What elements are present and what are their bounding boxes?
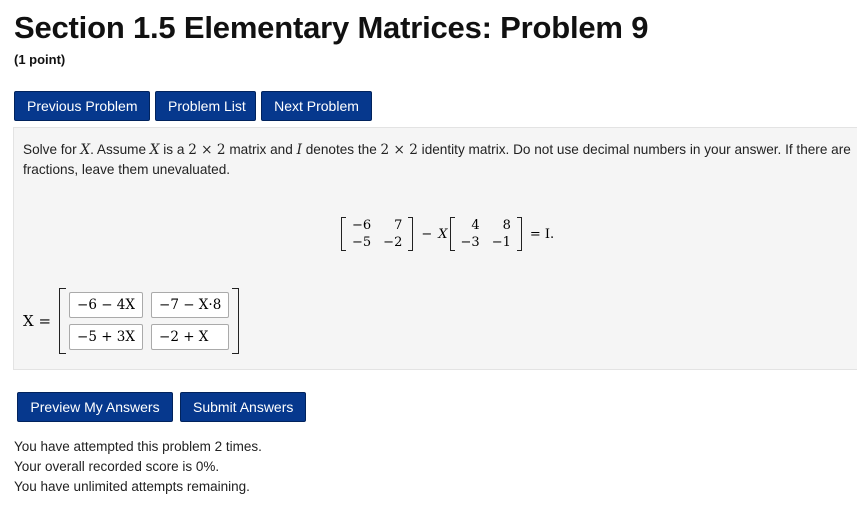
- preview-answers-button[interactable]: Preview My Answers: [17, 392, 173, 422]
- attempt-status: You have attempted this problem 2 times.…: [14, 437, 262, 497]
- prompt-text: Solve for: [23, 142, 81, 157]
- var-x: X: [438, 226, 448, 242]
- prompt-text: . Assume: [90, 142, 150, 157]
- prompt-text: denotes the: [301, 142, 381, 157]
- matrix-b-cell: −3: [460, 235, 480, 250]
- matrix-b-cell: 8: [502, 218, 511, 233]
- matrix-b: 4 8 −3 −1: [449, 217, 523, 251]
- answer-input-r1c2[interactable]: −7 − X·8: [151, 292, 230, 318]
- dim-2x2: 2 × 2: [380, 142, 418, 158]
- var-x: X: [80, 142, 91, 158]
- answer-matrix: −6 − 4X −7 − X·8 −5 + 3X −2 + X: [59, 288, 240, 354]
- problem-list-button[interactable]: Problem List: [155, 91, 256, 121]
- attempts-text: You have attempted this problem 2 times.: [14, 439, 262, 454]
- matrix-a-cell: −6: [352, 218, 372, 233]
- page-title: Section 1.5 Elementary Matrices: Problem…: [14, 10, 649, 45]
- next-problem-button[interactable]: Next Problem: [261, 91, 372, 121]
- matrix-b-cell: 4: [471, 218, 480, 233]
- answer-input-r2c2[interactable]: −2 + X: [151, 324, 230, 350]
- equals-identity: = I.: [529, 226, 555, 242]
- matrix-b-cell: −1: [491, 235, 511, 250]
- matrix-a-cell: −2: [383, 235, 403, 250]
- matrix-a-cell: −5: [352, 235, 372, 250]
- answer-input-r1c1[interactable]: −6 − 4X: [69, 292, 144, 318]
- answer-label: X =: [23, 312, 52, 330]
- remaining-text: You have unlimited attempts remaining.: [14, 479, 250, 494]
- previous-problem-button[interactable]: Previous Problem: [14, 91, 150, 121]
- submit-answers-button[interactable]: Submit Answers: [180, 392, 306, 422]
- points-label: (1 point): [14, 52, 66, 67]
- equation: −6 7 −5 −2 − X 4 8 −3 −1 = I.: [339, 210, 560, 258]
- score-text: Your overall recorded score is 0%.: [14, 459, 220, 474]
- problem-prompt: Solve for X. Assume X is a 2 × 2 matrix …: [23, 140, 857, 180]
- answer-input-r2c1[interactable]: −5 + 3X: [69, 324, 144, 350]
- minus-sign: −: [421, 226, 433, 242]
- matrix-a-cell: 7: [394, 218, 403, 233]
- answer-area: X = −6 − 4X −7 − X·8 −5 + 3X −2 + X: [23, 288, 240, 354]
- prompt-text: is a: [159, 142, 189, 157]
- prompt-text: matrix and: [225, 142, 297, 157]
- problem-box: Solve for X. Assume X is a 2 × 2 matrix …: [13, 127, 857, 370]
- dim-2x2: 2 × 2: [188, 142, 226, 158]
- matrix-a: −6 7 −5 −2: [341, 217, 414, 251]
